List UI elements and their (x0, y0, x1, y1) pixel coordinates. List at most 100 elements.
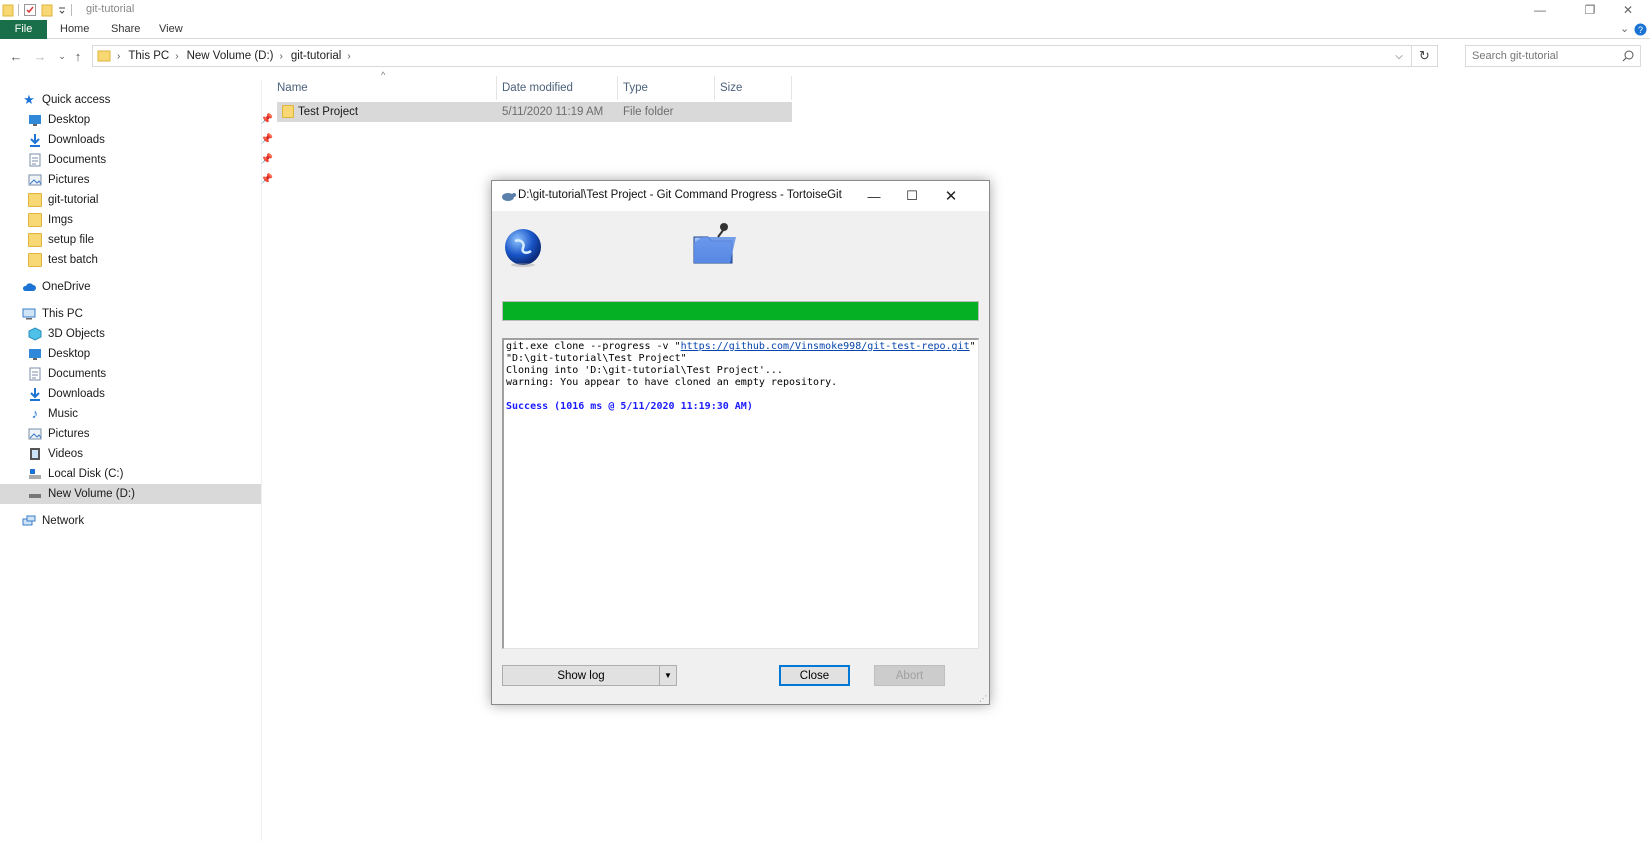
restore-button[interactable]: ❐ (1570, 0, 1610, 20)
up-button[interactable]: ↑ (70, 48, 86, 64)
nav-item-desktop[interactable]: Desktop 📌 (28, 110, 289, 130)
pin-icon[interactable]: 📌 (261, 174, 273, 185)
nav-item-pc-downloads[interactable]: Downloads (28, 384, 289, 404)
search-box[interactable] (1465, 45, 1641, 67)
show-log-button[interactable]: Show log ▼ (502, 665, 677, 686)
nav-label: Downloads (48, 134, 105, 146)
new-folder-icon[interactable] (41, 3, 53, 17)
nav-label: Videos (48, 448, 83, 460)
log-cloning-line: Cloning into 'D:\git-tutorial\Test Proje… (506, 365, 783, 376)
breadcrumb-git-tutorial[interactable]: git-tutorial (291, 50, 342, 62)
column-header-type[interactable]: Type (618, 78, 714, 98)
chevron-right-icon: › (175, 50, 179, 62)
pin-icon[interactable]: 📌 (261, 114, 273, 125)
nav-item-new-volume-d[interactable]: New Volume (D:) (0, 484, 261, 504)
dialog-title-bar: D:\git-tutorial\Test Project - Git Comma… (492, 181, 989, 211)
nav-label: Pictures (48, 174, 90, 186)
dialog-close-button[interactable]: ✕ (932, 181, 970, 211)
progress-bar (502, 301, 979, 321)
nav-label: OneDrive (42, 281, 91, 293)
pictures-icon (28, 428, 42, 440)
properties-icon[interactable] (23, 3, 37, 17)
search-icon[interactable] (1621, 49, 1635, 63)
log-warning-line: warning: You appear to have cloned an em… (506, 377, 838, 388)
nav-label: Quick access (42, 94, 111, 106)
dialog-maximize-button[interactable]: ☐ (893, 181, 931, 211)
nav-this-pc[interactable]: This PC (22, 304, 283, 324)
nav-item-imgs[interactable]: Imgs (28, 210, 289, 230)
nav-label: Documents (48, 154, 107, 166)
nav-item-setup-file[interactable]: setup file (28, 230, 289, 250)
nav-item-test-batch[interactable]: test batch (28, 250, 289, 270)
show-log-dropdown[interactable]: ▼ (659, 666, 676, 685)
tab-file[interactable]: File (0, 20, 47, 39)
nav-item-3d-objects[interactable]: 3D Objects (28, 324, 289, 344)
file-date: 5/11/2020 11:19 AM (502, 106, 604, 118)
resize-grip-icon[interactable]: ⋰ (979, 694, 987, 703)
nav-item-pc-desktop[interactable]: Desktop (28, 344, 289, 364)
nav-label: Desktop (48, 114, 91, 126)
nav-item-local-disk-c[interactable]: Local Disk (C:) (28, 464, 289, 484)
back-button[interactable]: ← (8, 48, 24, 64)
table-row[interactable]: Test Project 5/11/2020 11:19 AM File fol… (277, 102, 792, 122)
breadcrumb[interactable]: › This PC (117, 50, 169, 62)
column-header-date[interactable]: Date modified (497, 78, 617, 98)
tab-home[interactable]: Home (52, 20, 97, 39)
nav-quick-access[interactable]: ★ Quick access (22, 90, 283, 110)
customize-toolbar-icon[interactable] (57, 3, 67, 17)
close-window-button[interactable]: ✕ (1608, 0, 1648, 20)
log-command: git.exe clone --progress -v " (506, 341, 681, 352)
column-header-size[interactable]: Size (715, 78, 791, 98)
pin-icon[interactable]: 📌 (261, 134, 273, 145)
minimize-icon: — (1534, 3, 1546, 17)
nav-label: New Volume (D:) (48, 488, 135, 500)
breadcrumb[interactable]: › git-tutorial (280, 50, 342, 62)
nav-item-pictures[interactable]: Pictures 📌 (28, 170, 289, 190)
column-divider[interactable] (791, 76, 792, 100)
close-button[interactable]: Close (779, 665, 850, 686)
documents-icon (29, 153, 41, 167)
address-bar[interactable]: › This PC › New Volume (D:) › git-tutorial … (92, 45, 1438, 67)
help-icon[interactable]: ? (1634, 23, 1647, 36)
minimize-button[interactable]: — (1520, 0, 1560, 20)
breadcrumb-new-volume[interactable]: New Volume (D:) (187, 50, 274, 62)
arrow-right-icon: → (33, 48, 47, 64)
tab-view[interactable]: View (151, 20, 191, 39)
breadcrumb-expander[interactable]: › (347, 51, 358, 62)
minimize-icon: — (867, 188, 881, 204)
nav-label: Pictures (48, 428, 90, 440)
folder-icon (2, 4, 14, 17)
search-input[interactable] (1466, 46, 1611, 66)
nav-label: Local Disk (C:) (48, 468, 124, 480)
nav-item-pc-documents[interactable]: Documents (28, 364, 289, 384)
restore-icon: ❐ (1584, 3, 1596, 17)
pin-icon[interactable]: 📌 (261, 154, 273, 165)
nav-item-videos[interactable]: Videos (28, 444, 289, 464)
nav-item-music[interactable]: ♪ Music (28, 404, 289, 424)
recent-locations-button[interactable]: ⌄ (54, 48, 70, 64)
toolbar-divider (18, 4, 19, 16)
nav-label: This PC (42, 308, 83, 320)
downloads-icon (30, 388, 40, 401)
folder-icon (97, 50, 111, 62)
nav-network[interactable]: Network (22, 511, 283, 531)
column-header-name[interactable]: Name (272, 78, 496, 98)
repo-url-link[interactable]: https://github.com/Vinsmoke998/git-test-… (681, 341, 970, 352)
tab-share[interactable]: Share (103, 20, 148, 39)
explorer-title-bar: git-tutorial — ❐ ✕ (0, 0, 1650, 20)
address-history-button[interactable]: ⌵ (1389, 46, 1409, 66)
command-output-log[interactable]: git.exe clone --progress -v "https://git… (502, 338, 979, 649)
refresh-button[interactable]: ↻ (1411, 46, 1437, 66)
navigation-bar: ← → ⌄ ↑ › This PC › New Volume (D:) › git-t… (0, 40, 1650, 74)
nav-item-documents[interactable]: Documents 📌 (28, 150, 289, 170)
nav-item-pc-pictures[interactable]: Pictures (28, 424, 289, 444)
abort-button[interactable]: Abort (874, 665, 945, 686)
forward-button[interactable]: → (32, 48, 48, 64)
breadcrumb-this-pc[interactable]: This PC (128, 50, 169, 62)
breadcrumb[interactable]: › New Volume (D:) (175, 50, 273, 62)
nav-item-downloads[interactable]: Downloads 📌 (28, 130, 289, 150)
nav-item-git-tutorial[interactable]: git-tutorial (28, 190, 289, 210)
quick-access-toolbar (2, 2, 72, 18)
nav-onedrive[interactable]: OneDrive (22, 277, 283, 297)
dialog-minimize-button[interactable]: — (855, 181, 893, 211)
